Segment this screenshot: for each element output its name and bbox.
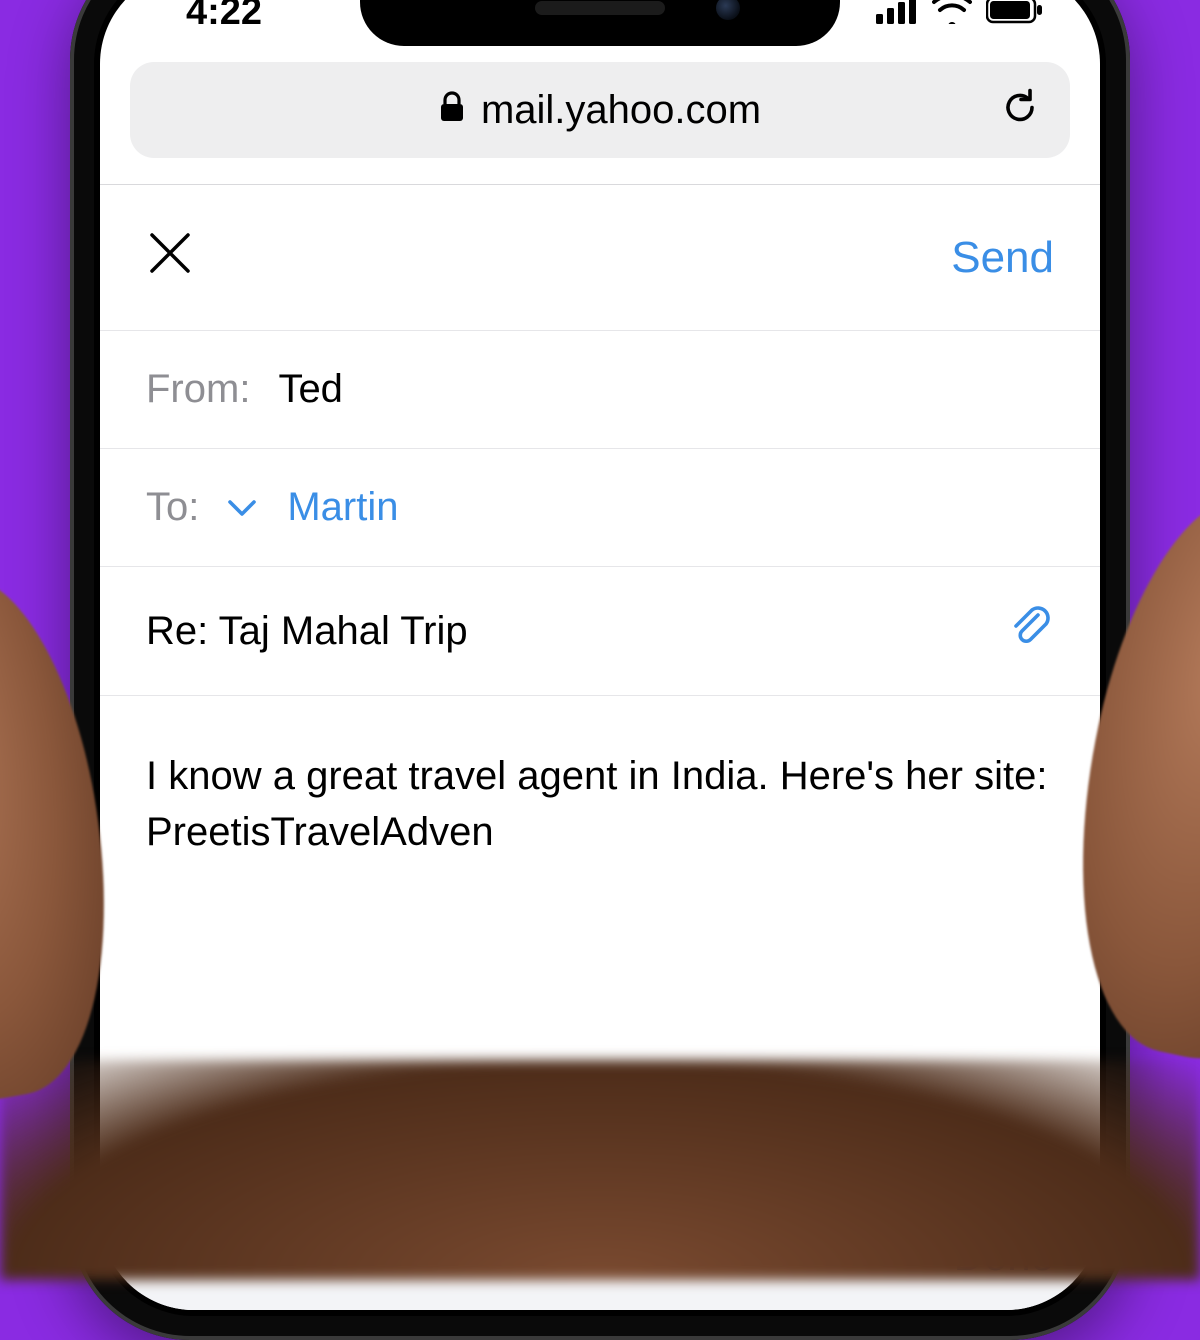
cellular-icon xyxy=(876,0,918,34)
attachment-icon[interactable] xyxy=(1008,603,1054,659)
send-button[interactable]: Send xyxy=(951,233,1054,283)
lock-icon xyxy=(439,88,465,133)
close-icon[interactable] xyxy=(146,225,194,290)
speaker-grille xyxy=(535,1,665,15)
compose-header: Send xyxy=(100,185,1100,330)
to-value[interactable]: Martin xyxy=(287,485,398,530)
to-row[interactable]: To: Martin xyxy=(100,448,1100,566)
status-right xyxy=(876,0,1044,34)
browser-address-bar[interactable]: mail.yahoo.com xyxy=(130,62,1070,158)
wifi-icon xyxy=(932,0,972,34)
subject-value: Re: Taj Mahal Trip xyxy=(146,609,468,654)
battery-icon xyxy=(986,0,1044,34)
to-label: To: xyxy=(146,485,199,530)
notch xyxy=(360,0,840,46)
compose-body-input[interactable]: I know a great travel agent in India. He… xyxy=(100,696,1100,1056)
subject-row[interactable]: Re: Taj Mahal Trip xyxy=(100,566,1100,696)
browser-domain: mail.yahoo.com xyxy=(481,88,761,133)
front-camera xyxy=(716,0,740,20)
status-time: 4:22 xyxy=(156,0,262,34)
chevron-down-icon[interactable] xyxy=(227,497,257,519)
reload-icon[interactable] xyxy=(1000,86,1040,135)
from-row[interactable]: From: Ted xyxy=(100,330,1100,448)
from-label: From: xyxy=(146,367,250,412)
compose-body-text: I know a great travel agent in India. He… xyxy=(146,754,1047,854)
hand-bottom xyxy=(0,1060,1200,1280)
from-value: Ted xyxy=(278,367,343,412)
